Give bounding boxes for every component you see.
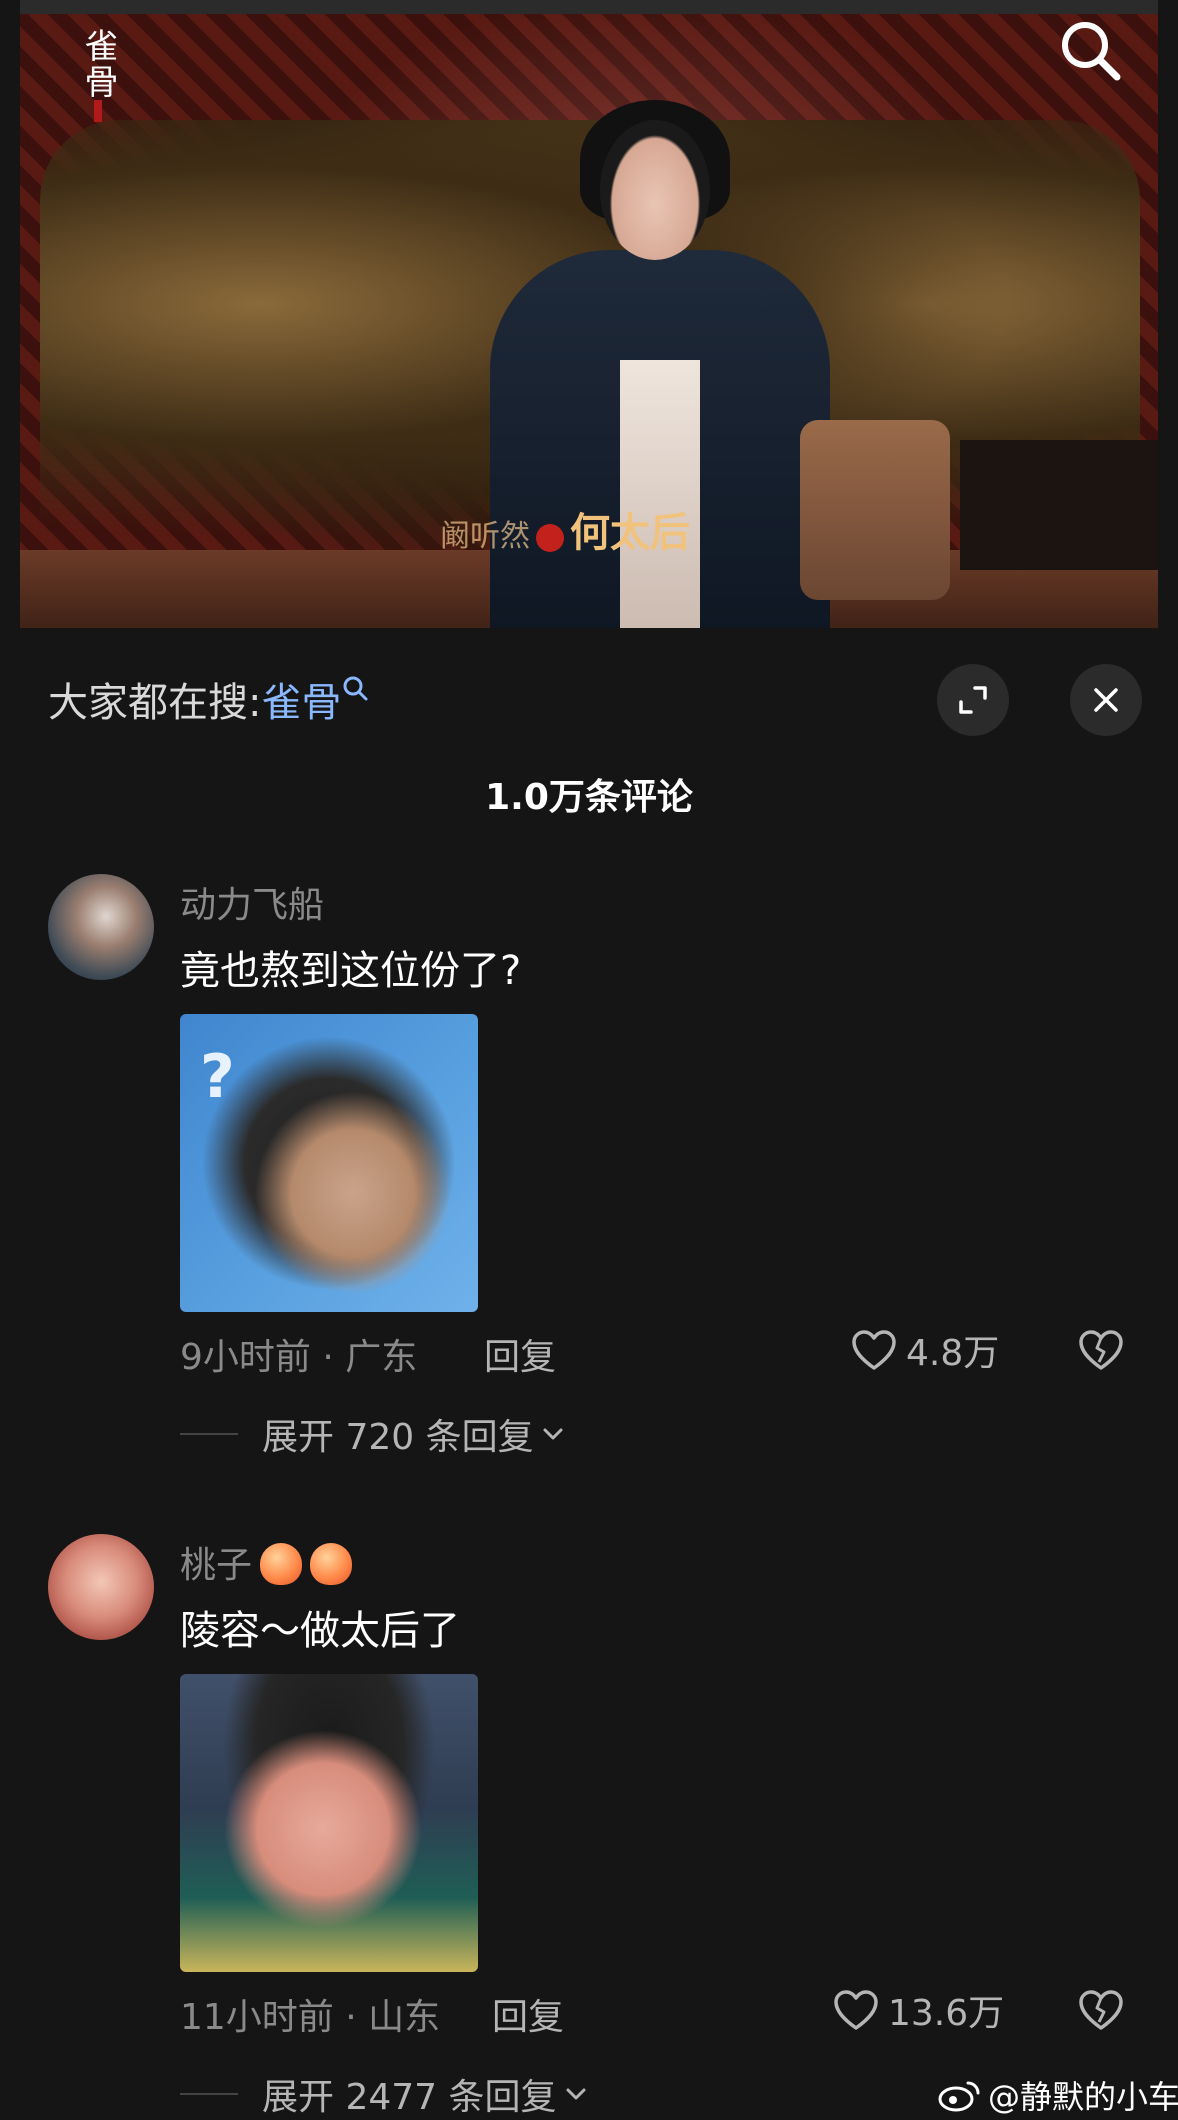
dislike-button[interactable]: [1077, 1326, 1125, 1374]
hot-search[interactable]: 大家都在搜:雀骨: [48, 670, 369, 728]
video-player[interactable]: 雀骨 阚听然 何太后: [20, 0, 1158, 640]
dislike-button[interactable]: [1077, 1986, 1125, 2034]
expand-replies-label: 展开 2477 条回复: [262, 2077, 557, 2118]
comment-sticker-image[interactable]: [180, 1674, 478, 1972]
broken-heart-icon: [1079, 1330, 1123, 1370]
hot-search-term[interactable]: 雀骨: [261, 680, 341, 726]
expand-replies-button[interactable]: 展开 720 条回复: [180, 1408, 566, 1460]
fullscreen-button[interactable]: [937, 664, 1009, 736]
show-logo: 雀骨: [68, 28, 122, 128]
chevron-down-icon: [543, 1428, 563, 1440]
cushion: [800, 420, 950, 600]
weibo-icon: [938, 2081, 980, 2112]
watermark-text: @静默的小车: [988, 2078, 1178, 2116]
comment-count-title: 1.0万条评论: [485, 777, 693, 818]
divider-line: [180, 1433, 238, 1435]
comment-username[interactable]: 动力飞船: [180, 876, 324, 928]
comment-sticker-image[interactable]: ?: [180, 1014, 478, 1312]
question-mark-glyph: ?: [200, 1042, 235, 1112]
search-button[interactable]: [1055, 15, 1125, 85]
divider-line: [180, 2093, 238, 2095]
logo-seal: [94, 100, 102, 122]
avatar[interactable]: [48, 874, 154, 980]
show-logo-text: 雀骨: [78, 28, 118, 100]
peach-emoji-icon: [310, 1543, 353, 1585]
username-text: 桃子: [180, 1545, 253, 1586]
caption-dot: [536, 524, 564, 552]
caption-role: 何太后: [570, 509, 690, 556]
peach-emoji-icon: [260, 1543, 303, 1585]
search-icon: [343, 676, 368, 701]
close-button[interactable]: [1070, 664, 1142, 736]
like-button[interactable]: 13.6万: [832, 1984, 1004, 2036]
caption-actor: 阚听然: [440, 519, 530, 554]
video-caption: 阚听然 何太后: [440, 500, 690, 558]
heart-icon: [834, 1990, 878, 2030]
heart-icon: [852, 1330, 896, 1370]
figure-head: [600, 120, 710, 260]
close-icon: [1094, 688, 1118, 712]
reply-button[interactable]: 回复: [484, 1328, 556, 1380]
comment-time-location: 11小时前 · 山东: [180, 1997, 441, 2038]
comment-panel: 大家都在搜:雀骨 1.0万条评论 动力飞船 竟也熬到这位份了? ? 9小时前 ·…: [0, 628, 1178, 2120]
expand-replies-label: 展开 720 条回复: [262, 1417, 534, 1458]
broken-heart-icon: [1079, 1990, 1123, 2030]
expand-replies-button[interactable]: 展开 2477 条回复: [180, 2068, 589, 2120]
comment-username[interactable]: 桃子: [180, 1536, 353, 1588]
expand-icon: [959, 686, 987, 714]
comment-text: 竟也熬到这位份了?: [180, 948, 522, 994]
avatar[interactable]: [48, 1534, 154, 1640]
like-button[interactable]: 4.8万: [850, 1324, 999, 1376]
side-table: [960, 440, 1158, 570]
chevron-down-icon: [566, 2088, 586, 2100]
comment-time-location: 9小时前 · 广东: [180, 1337, 418, 1378]
video-top-edge: [20, 0, 1158, 14]
comment-text: 陵容～做太后了: [180, 1608, 460, 1654]
watermark: @静默的小车: [938, 2072, 1178, 2118]
reply-button[interactable]: 回复: [492, 1988, 564, 2040]
like-count: 13.6万: [888, 1993, 1005, 2034]
like-count: 4.8万: [906, 1333, 1000, 1374]
search-icon: [1062, 22, 1121, 81]
hot-search-label: 大家都在搜:: [48, 680, 262, 726]
